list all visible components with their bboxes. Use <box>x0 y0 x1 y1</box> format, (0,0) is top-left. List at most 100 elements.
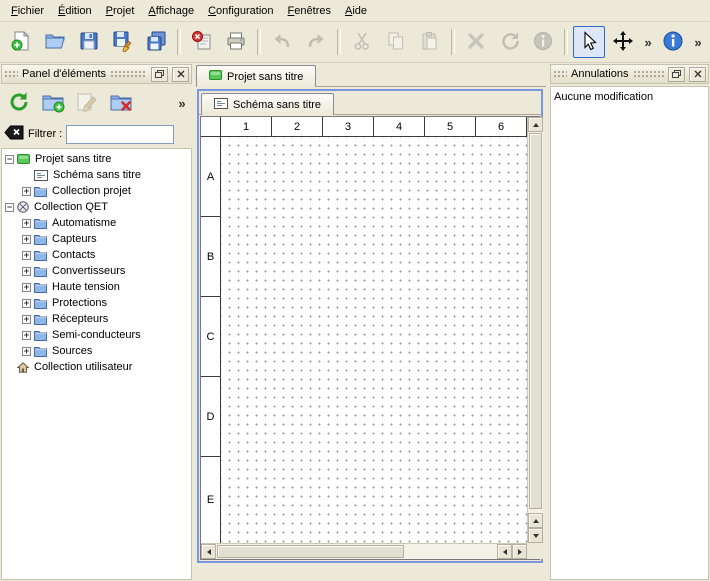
scroll-left-button[interactable] <box>201 544 216 559</box>
close-panel-button[interactable] <box>172 67 189 82</box>
rotate-button[interactable] <box>494 26 526 58</box>
toolbar-separator <box>564 29 568 55</box>
tree-item-automatisme[interactable]: Automatisme <box>2 215 191 231</box>
expand-icon[interactable] <box>22 187 31 196</box>
vertical-scrollbar[interactable] <box>527 117 543 543</box>
tree-item-haute-tension[interactable]: Haute tension <box>2 279 191 295</box>
expand-icon[interactable] <box>22 235 31 244</box>
horizontal-scroll-track[interactable] <box>216 544 497 559</box>
move-mode-button[interactable] <box>607 26 639 58</box>
scroll-right-button[interactable] <box>512 544 527 559</box>
scroll-up-button[interactable] <box>528 117 543 132</box>
column-label: 4 <box>374 117 425 136</box>
print-button[interactable] <box>220 26 252 58</box>
info-button[interactable] <box>527 26 559 58</box>
tree-item-contacts[interactable]: Contacts <box>2 247 191 263</box>
qelectrotech-window: Fichier Édition Projet Affichage Configu… <box>0 0 710 581</box>
toolbar-overflow-button-2[interactable]: » <box>691 35 705 50</box>
up-arrow-icon <box>533 519 539 523</box>
select-mode-button[interactable] <box>573 26 605 58</box>
close-panel-button[interactable] <box>689 67 706 82</box>
copy-button[interactable] <box>380 26 412 58</box>
elements-panel-titlebar[interactable]: Panel d'éléments <box>1 64 192 84</box>
row-label: A <box>201 137 220 217</box>
tree-item-convertisseurs[interactable]: Convertisseurs <box>2 263 191 279</box>
open-button[interactable] <box>39 26 71 58</box>
menu-configuration[interactable]: Configuration <box>201 3 280 19</box>
tree-item-capteurs[interactable]: Capteurs <box>2 231 191 247</box>
filter-input[interactable] <box>66 125 174 144</box>
collapse-icon[interactable] <box>5 203 14 212</box>
cut-icon <box>351 30 373 55</box>
delete-button[interactable] <box>460 26 492 58</box>
new-element-button[interactable] <box>37 87 69 119</box>
open-folder-icon <box>44 30 66 55</box>
tree-item-protections[interactable]: Protections <box>2 295 191 311</box>
tree-item-label: Automatisme <box>50 217 118 229</box>
tree-item-collection-qet[interactable]: Collection QET <box>2 199 191 215</box>
undo-list-item[interactable]: Aucune modification <box>554 89 705 105</box>
horizontal-scrollbar[interactable] <box>201 543 527 559</box>
float-panel-button[interactable] <box>151 67 168 82</box>
elements-panel-toolbar: » <box>0 85 193 121</box>
expand-icon[interactable] <box>22 331 31 340</box>
scroll-up-button-2[interactable] <box>528 513 543 528</box>
tree-item-recepteurs[interactable]: Récepteurs <box>2 311 191 327</box>
tree-item-sources[interactable]: Sources <box>2 343 191 359</box>
redo-button[interactable] <box>300 26 332 58</box>
tree-item-collection-utilisateur[interactable]: Collection utilisateur <box>2 359 191 375</box>
scroll-down-button[interactable] <box>528 528 543 543</box>
new-button[interactable] <box>5 26 37 58</box>
cut-button[interactable] <box>346 26 378 58</box>
menu-fichier[interactable]: Fichier <box>4 3 51 19</box>
menu-affichage[interactable]: Affichage <box>141 3 201 19</box>
reload-collections-button[interactable] <box>3 87 35 119</box>
edit-element-button[interactable] <box>71 87 103 119</box>
paste-button[interactable] <box>414 26 446 58</box>
expand-icon[interactable] <box>22 315 31 324</box>
expand-icon[interactable] <box>22 219 31 228</box>
save-button[interactable] <box>73 26 105 58</box>
header-corner <box>201 117 221 137</box>
tab-projet-sans-titre[interactable]: Projet sans titre <box>196 65 316 87</box>
expand-icon[interactable] <box>22 299 31 308</box>
vertical-scroll-thumb[interactable] <box>529 133 542 509</box>
toolbar-overflow-button[interactable]: » <box>641 35 655 50</box>
panel-toolbar-overflow-button[interactable]: » <box>175 96 189 111</box>
expand-icon[interactable] <box>22 267 31 276</box>
tree-item-semi-conducteurs[interactable]: Semi-conducteurs <box>2 327 191 343</box>
tree-item-schema-sans-titre[interactable]: Schéma sans titre <box>2 167 191 183</box>
undo-button[interactable] <box>266 26 298 58</box>
menu-edition[interactable]: Édition <box>51 3 99 19</box>
print-icon <box>225 30 247 55</box>
mdi-workspace: Projet sans titre Schéma sans titre <box>193 63 549 581</box>
tree-item-label: Capteurs <box>50 233 99 245</box>
expander-spacer <box>22 171 31 180</box>
tab-schema-sans-titre[interactable]: Schéma sans titre <box>201 93 334 115</box>
schema-body: 1 2 3 4 5 6 A B C <box>200 116 540 560</box>
float-panel-button[interactable] <box>668 67 685 82</box>
save-as-button[interactable] <box>107 26 139 58</box>
save-all-button[interactable] <box>141 26 173 58</box>
vertical-scroll-track[interactable] <box>528 132 543 513</box>
dock-grip <box>553 70 567 79</box>
scroll-left-button-2[interactable] <box>497 544 512 559</box>
menu-fenetres[interactable]: Fenêtres <box>281 3 338 19</box>
horizontal-scroll-thumb[interactable] <box>217 545 404 558</box>
move-icon <box>612 30 634 55</box>
expand-icon[interactable] <box>22 347 31 356</box>
undo-panel-titlebar[interactable]: Annulations <box>550 64 709 84</box>
close-file-button[interactable] <box>186 26 218 58</box>
tree-item-projet-sans-titre[interactable]: Projet sans titre <box>2 151 191 167</box>
clear-filter-button[interactable] <box>4 125 24 143</box>
menu-aide[interactable]: Aide <box>338 3 374 19</box>
delete-element-button[interactable] <box>105 87 137 119</box>
expand-icon[interactable] <box>22 251 31 260</box>
tree-item-collection-projet[interactable]: Collection projet <box>2 183 191 199</box>
schema-canvas[interactable] <box>221 137 527 543</box>
about-button[interactable] <box>657 26 689 58</box>
left-arrow-icon <box>207 549 211 555</box>
menu-projet[interactable]: Projet <box>99 3 142 19</box>
collapse-icon[interactable] <box>5 155 14 164</box>
expand-icon[interactable] <box>22 283 31 292</box>
